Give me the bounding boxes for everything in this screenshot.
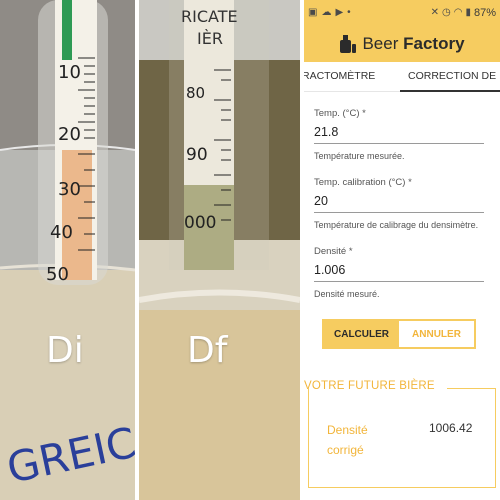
app-title: Beer Factory (362, 34, 464, 54)
scale-label: 10 (58, 62, 81, 83)
image-icon: ▣ (308, 6, 318, 18)
corrected-density-value: 1006.42 (429, 421, 473, 435)
result-box: Densité corrigé 1006.42 (308, 388, 496, 488)
wifi-icon: ◠ (453, 6, 463, 18)
scale-label: 20 (58, 124, 81, 145)
density-help-text: Densité mesuré. (314, 289, 380, 299)
cancel-button[interactable]: ANNULER (399, 321, 474, 347)
temp-input[interactable]: 21.8 (314, 119, 484, 144)
cloud-icon: ☁ (321, 6, 332, 18)
hydrometer-illustration-initial: 10 20 30 40 50 GREIC (0, 0, 135, 500)
photo-label-di: Di (46, 330, 84, 371)
action-buttons: CALCULER ANNULER (322, 319, 476, 349)
app-title-bold: Factory (403, 33, 465, 53)
scale-label: 40 (50, 222, 73, 243)
tab-refractometre[interactable]: RACTOMÈTRE (304, 70, 375, 91)
scale-label: 90 (186, 145, 208, 165)
app-title-light: Beer (362, 33, 399, 53)
tab-bar: RACTOMÈTRE CORRECTION DE (304, 62, 500, 92)
calculate-button[interactable]: CALCULER (324, 321, 399, 347)
tab-correction-densite[interactable]: CORRECTION DE (408, 70, 496, 91)
temp-calibration-label: Temp. calibration (°C) * (314, 177, 412, 188)
hydrometer-photo-final: RICATE IÈR 80 90 000 Df (139, 0, 300, 500)
temp-help-text: Température mesurée. (314, 151, 405, 161)
hydrometer-photo-initial: 10 20 30 40 50 GREIC Di (0, 0, 135, 500)
app-bar: Beer Factory (304, 25, 500, 62)
hydrometer-brand-text: IÈR (197, 29, 223, 48)
photo-label-df: Df (187, 330, 228, 371)
corrected-density-label: Densité corrigé (327, 423, 368, 457)
signal-icon: ▮ (465, 6, 471, 18)
density-label: Densité * (314, 246, 353, 257)
beer-bottle-icon (340, 34, 357, 53)
hydrometer-brand-text: RICATE (181, 7, 238, 26)
scale-label: 50 (46, 264, 69, 285)
tab-selected-indicator (400, 90, 500, 92)
hydrometer-illustration-final: RICATE IÈR 80 90 000 (139, 0, 300, 500)
temp-calibration-input[interactable]: 20 (314, 188, 484, 213)
alarm-icon: ◷ (441, 6, 451, 18)
more-dots-icon: • (347, 6, 351, 18)
scale-label: 30 (58, 179, 81, 200)
battery-percent: 87% (473, 6, 496, 19)
mute-icon: ✕ (430, 6, 439, 18)
scale-label: 000 (184, 213, 216, 233)
temp-calibration-help-text: Température de calibrage du densimètre. (314, 220, 479, 230)
phone-screen: ▣ ☁ ▶ • ✕ ◷ ◠ ▮ 87% Beer Factory RACTOMÈ… (304, 0, 500, 500)
correction-form: Temp. (°C) * 21.8 Température mesurée. T… (304, 92, 500, 301)
video-icon: ▶ (335, 6, 344, 18)
scale-label: 80 (186, 84, 205, 102)
temp-label: Temp. (°C) * (314, 108, 366, 119)
density-input[interactable]: 1.006 (314, 257, 484, 282)
status-bar: ▣ ☁ ▶ • ✕ ◷ ◠ ▮ 87% (304, 0, 500, 25)
